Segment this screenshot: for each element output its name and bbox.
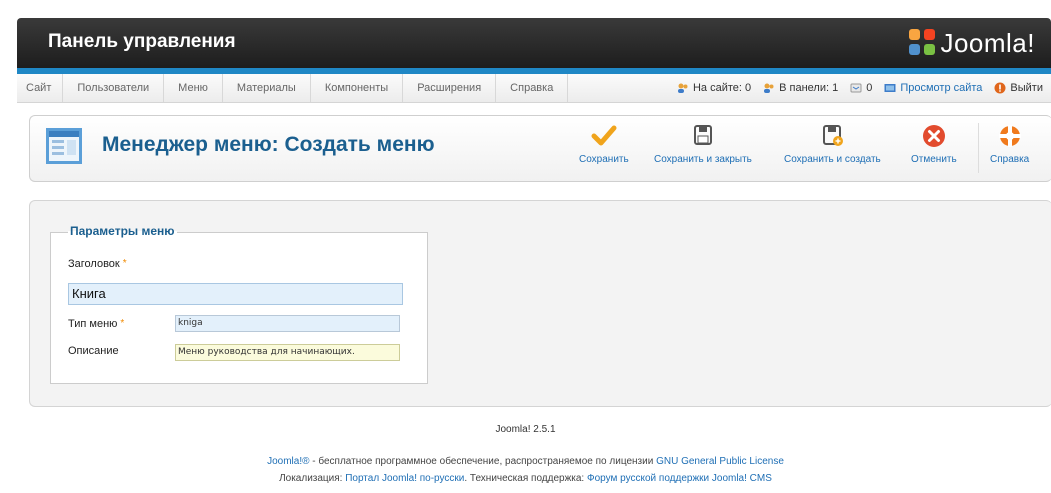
menu-manager-icon — [46, 128, 82, 164]
help-lifebuoy-icon — [997, 124, 1023, 148]
messages-icon — [850, 83, 862, 93]
menu-item-content[interactable]: Материалы — [223, 74, 311, 102]
menu-item-help[interactable]: Справка — [496, 74, 569, 102]
description-label: Описание — [68, 345, 119, 357]
save-close-button[interactable]: Сохранить и закрыть — [654, 124, 752, 165]
footer-license-line: Joomla!® - бесплатное программное обеспе… — [0, 456, 1051, 467]
menu-details-fieldset: Параметры меню Заголовок * Книга Тип меню… — [50, 224, 428, 384]
support-forum-link[interactable]: Форум русской поддержки Joomla! CMS — [587, 473, 772, 484]
localization-link[interactable]: Портал Joomla! по-русски — [345, 473, 464, 484]
gpl-link[interactable]: GNU General Public License — [656, 456, 784, 467]
save-button-label: Сохранить — [579, 154, 629, 165]
logout-link[interactable]: Выйти — [994, 82, 1043, 94]
support-label: . Техническая поддержка: — [464, 473, 587, 484]
status-messages[interactable]: 0 — [850, 82, 872, 94]
menu-item-site[interactable]: Сайт — [17, 74, 64, 102]
logout-link-text[interactable]: Выйти — [1010, 82, 1043, 94]
menu-item-extensions[interactable]: Расширения — [403, 74, 497, 102]
title-input[interactable]: Книга — [68, 283, 403, 305]
joomla-brand-link[interactable]: Joomla!® — [267, 456, 309, 467]
status-on-site: На сайте: 0 — [677, 82, 751, 94]
fieldset-legend: Параметры меню — [68, 224, 177, 238]
title-label-text: Заголовок — [68, 258, 120, 270]
admins-online-icon — [764, 83, 774, 93]
license-text: - бесплатное программное обеспечение, ра… — [309, 456, 657, 467]
help-button-label: Справка — [990, 154, 1030, 165]
save-new-button-label: Сохранить и создать — [784, 154, 881, 165]
menutype-label-text: Тип меню — [68, 318, 118, 330]
status-bar: На сайте: 0 В панели: 1 0 Просмотр сайта… — [665, 74, 1043, 102]
status-messages-count: 0 — [866, 82, 873, 94]
floppy-plus-icon — [819, 124, 845, 148]
menutype-required-mark: * — [120, 318, 125, 329]
menu-item-menus[interactable]: Меню — [164, 74, 223, 102]
status-in-panel-text: В панели: 1 — [779, 82, 839, 94]
joomla-logo: Joomla! — [909, 28, 1035, 58]
footer-support-line: Локализация: Портал Joomla! по-русски. Т… — [0, 473, 1051, 484]
version-text: Joomla! 2.5.1 — [495, 424, 556, 435]
menutype-label: Тип меню * — [68, 318, 124, 330]
monitor-icon — [884, 84, 896, 92]
save-new-button[interactable]: Сохранить и создать — [784, 124, 881, 165]
main-menu-bar: Сайт Пользователи Меню Материалы Компоне… — [17, 74, 1051, 103]
page-title: Менеджер меню: Создать меню — [102, 133, 435, 156]
menutype-input[interactable]: kniga — [175, 315, 400, 332]
logout-icon — [994, 82, 1006, 94]
cancel-button[interactable]: Отменить — [911, 124, 957, 165]
cancel-icon — [921, 124, 947, 148]
cancel-button-label: Отменить — [911, 154, 957, 165]
menu-item-components[interactable]: Компоненты — [311, 74, 404, 102]
header-title: Панель управления — [48, 31, 236, 52]
admin-header: Панель управления Joomla! — [17, 18, 1051, 68]
view-site-link[interactable]: Просмотр сайта — [884, 82, 982, 94]
description-input[interactable]: Меню руководства для начинающих. — [175, 344, 400, 361]
checkmark-icon — [591, 124, 617, 148]
joomla-logo-icon — [909, 29, 937, 57]
localization-label: Локализация: — [279, 473, 346, 484]
toolbar: Менеджер меню: Создать меню Сохранить Со… — [29, 115, 1051, 182]
title-required-mark: * — [122, 258, 127, 269]
joomla-logo-text: Joomla! — [940, 27, 1035, 58]
status-on-site-text: На сайте: 0 — [692, 82, 752, 94]
save-button[interactable]: Сохранить — [579, 124, 629, 165]
main-menu: Сайт Пользователи Меню Материалы Компоне… — [17, 74, 569, 102]
save-close-button-label: Сохранить и закрыть — [654, 154, 752, 165]
floppy-icon — [690, 124, 716, 148]
status-in-panel: В панели: 1 — [763, 82, 838, 94]
content-panel: Параметры меню Заголовок * Книга Тип меню… — [29, 200, 1051, 407]
view-site-link-text[interactable]: Просмотр сайта — [900, 82, 982, 94]
users-online-icon — [677, 83, 688, 93]
menu-item-users[interactable]: Пользователи — [63, 74, 165, 102]
title-label: Заголовок * — [68, 258, 127, 270]
help-button[interactable]: Справка — [990, 124, 1029, 165]
toolbar-separator — [978, 123, 979, 173]
